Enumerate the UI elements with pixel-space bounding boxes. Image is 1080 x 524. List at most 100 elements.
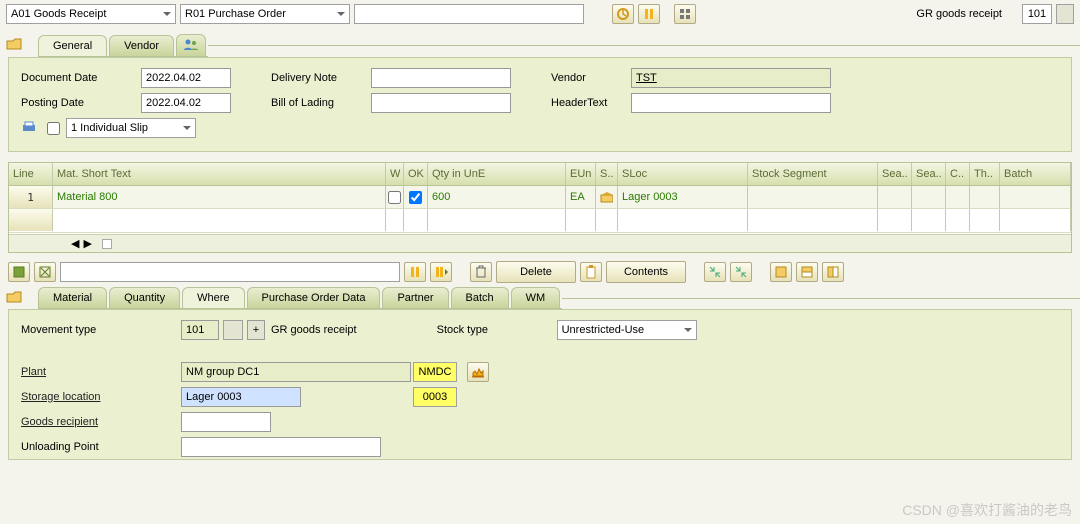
- doc-number-input[interactable]: [354, 4, 584, 24]
- watermark-text: CSDN @喜欢打酱油的老鸟: [902, 500, 1072, 520]
- mvt-plus-button[interactable]: +: [247, 320, 265, 340]
- movement-category-value: A01 Goods Receipt: [11, 8, 106, 20]
- overview-icon[interactable]: [674, 4, 696, 24]
- people-icon: [183, 38, 199, 50]
- find-icon[interactable]: [404, 262, 426, 282]
- col-c[interactable]: C..: [946, 163, 970, 185]
- contents-button[interactable]: Contents: [606, 261, 686, 283]
- unload-input[interactable]: [181, 437, 381, 457]
- tab-batch[interactable]: Batch: [451, 287, 509, 308]
- col-sea1[interactable]: Sea..: [878, 163, 912, 185]
- layout2-icon[interactable]: [796, 262, 818, 282]
- tab-po[interactable]: Purchase Order Data: [247, 287, 381, 308]
- mvt-code: 101: [181, 320, 219, 340]
- slip-select[interactable]: 1 Individual Slip: [66, 118, 196, 138]
- gr-code-helper[interactable]: [1056, 4, 1074, 24]
- collapse-icon[interactable]: [6, 37, 22, 54]
- expand-icon[interactable]: [704, 262, 726, 282]
- col-qty[interactable]: Qty in UnE: [428, 163, 566, 185]
- deliv-note-label: Delivery Note: [271, 72, 371, 85]
- cell-line[interactable]: 1: [9, 186, 53, 208]
- doc-category-value: R01 Purchase Order: [185, 8, 286, 20]
- stocktype-select[interactable]: Unrestricted-Use: [557, 320, 697, 340]
- tab-partner[interactable]: Partner: [382, 287, 448, 308]
- detail-collapse-icon[interactable]: [6, 290, 22, 307]
- col-th[interactable]: Th..: [970, 163, 1000, 185]
- filter-input[interactable]: [60, 262, 400, 282]
- movement-category-select[interactable]: A01 Goods Receipt: [6, 4, 176, 24]
- items-grid[interactable]: Line Mat. Short Text W OK Qty in UnE EUn…: [8, 162, 1072, 253]
- sloc-text-input[interactable]: Lager 0003: [181, 387, 301, 407]
- gr-code-box: 101: [1022, 4, 1052, 24]
- mvt-text: GR goods receipt: [271, 324, 357, 336]
- deliv-note-input[interactable]: [371, 68, 511, 88]
- table-row-empty: [9, 209, 1071, 233]
- tab-partner-icon[interactable]: [176, 34, 206, 56]
- vendor-readout: TST: [631, 68, 831, 88]
- plant-chart-icon[interactable]: [467, 362, 489, 382]
- tab-vendor[interactable]: Vendor: [109, 35, 174, 56]
- select-all-button[interactable]: [8, 262, 30, 282]
- sloc-label: Storage location: [21, 391, 181, 404]
- search-icon[interactable]: [638, 4, 660, 24]
- bol-label: Bill of Lading: [271, 97, 371, 110]
- print-checkbox[interactable]: [47, 122, 60, 135]
- mvt-helper[interactable]: [223, 320, 243, 340]
- mvt-label: Movement type: [21, 324, 181, 337]
- col-sseg[interactable]: Stock Segment: [748, 163, 878, 185]
- trash-icon[interactable]: [470, 262, 492, 282]
- find-next-icon[interactable]: [430, 262, 452, 282]
- col-s[interactable]: S..: [596, 163, 618, 185]
- cell-qty[interactable]: 600: [428, 186, 566, 208]
- scroll-handle[interactable]: [102, 239, 112, 249]
- collapse2-icon[interactable]: [730, 262, 752, 282]
- cell-w[interactable]: [386, 186, 404, 208]
- cell-ok[interactable]: [404, 186, 428, 208]
- layout3-icon[interactable]: [822, 262, 844, 282]
- stocktype-label: Stock type: [437, 324, 557, 337]
- table-row[interactable]: 1 Material 800 600 EA Lager 0003: [9, 186, 1071, 209]
- plant-code: NMDC: [413, 362, 457, 382]
- tab-material[interactable]: Material: [38, 287, 107, 308]
- col-line[interactable]: Line: [9, 163, 53, 185]
- cell-sloc[interactable]: Lager 0003: [618, 186, 748, 208]
- post-date-label: Posting Date: [21, 97, 141, 110]
- clipboard-icon[interactable]: [580, 262, 602, 282]
- scroll-left-icon[interactable]: ◀: [71, 237, 79, 250]
- headertext-input[interactable]: [631, 93, 831, 113]
- col-mat[interactable]: Mat. Short Text: [53, 163, 386, 185]
- doc-date-input[interactable]: 2022.04.02: [141, 68, 231, 88]
- unload-label: Unloading Point: [21, 441, 181, 454]
- doc-category-select[interactable]: R01 Purchase Order: [180, 4, 350, 24]
- col-eun[interactable]: EUn: [566, 163, 596, 185]
- headertext-label: HeaderText: [551, 97, 631, 110]
- goods-rcpt-label: Goods recipient: [21, 416, 181, 429]
- cell-sseg[interactable]: [748, 186, 878, 208]
- print-icon[interactable]: [21, 120, 37, 137]
- col-batch[interactable]: Batch: [1000, 163, 1071, 185]
- tab-general[interactable]: General: [38, 35, 107, 56]
- col-sloc[interactable]: SLoc: [618, 163, 748, 185]
- col-ok[interactable]: OK: [404, 163, 428, 185]
- col-sea2[interactable]: Sea..: [912, 163, 946, 185]
- layout1-icon[interactable]: [770, 262, 792, 282]
- col-w[interactable]: W: [386, 163, 404, 185]
- scroll-right-icon[interactable]: ▶: [83, 237, 91, 250]
- plant-text: NM group DC1: [181, 362, 411, 382]
- cell-s[interactable]: [596, 186, 618, 208]
- cell-eun[interactable]: EA: [566, 186, 596, 208]
- deselect-all-button[interactable]: [34, 262, 56, 282]
- tab-quantity[interactable]: Quantity: [109, 287, 180, 308]
- tab-wm[interactable]: WM: [511, 287, 561, 308]
- goods-rcpt-input[interactable]: [181, 412, 271, 432]
- bol-input[interactable]: [371, 93, 511, 113]
- doc-date-label: Document Date: [21, 72, 141, 85]
- vendor-label: Vendor: [551, 72, 631, 85]
- delete-button[interactable]: Delete: [496, 261, 576, 283]
- cell-mat[interactable]: Material 800: [53, 186, 386, 208]
- post-date-input[interactable]: 2022.04.02: [141, 93, 231, 113]
- execute-icon[interactable]: [612, 4, 634, 24]
- gr-type-label: GR goods receipt: [916, 8, 1002, 20]
- sloc-code: 0003: [413, 387, 457, 407]
- tab-where[interactable]: Where: [182, 287, 244, 308]
